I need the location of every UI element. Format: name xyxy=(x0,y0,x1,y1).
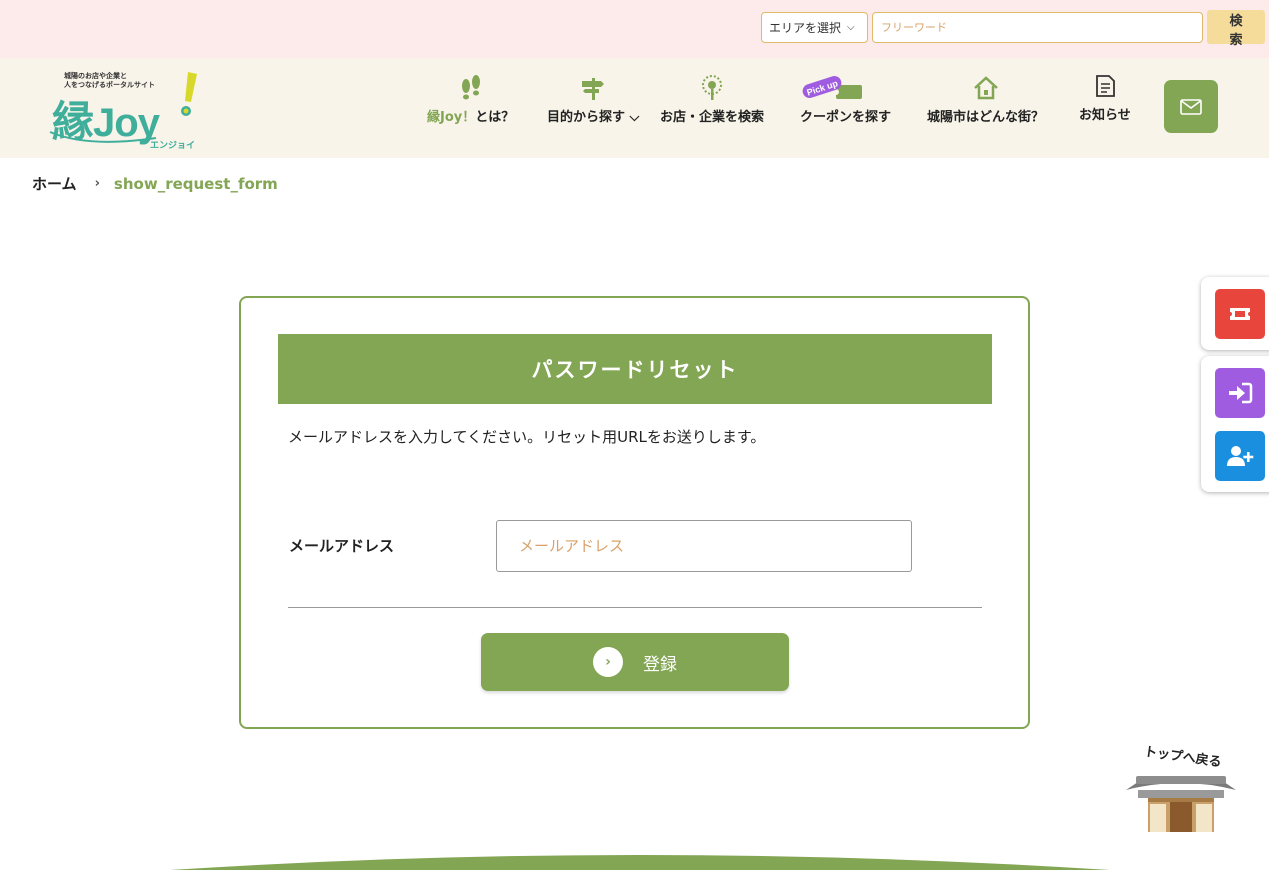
nav-about-brand: 縁Joy！ xyxy=(427,110,476,125)
breadcrumb-home[interactable]: ホーム xyxy=(32,173,77,194)
side-coupon-button[interactable] xyxy=(1215,289,1265,339)
back-to-top-label: トップへ戻る xyxy=(1143,744,1223,771)
breadcrumb-separator: › xyxy=(94,176,100,191)
form-description: メールアドレスを入力してください。リセット用URLをお送りします。 xyxy=(288,428,766,446)
email-label: メールアドレス xyxy=(289,537,395,555)
nav-about-label: とは？ xyxy=(475,110,515,125)
mail-icon xyxy=(1180,98,1202,115)
side-coupon-panel xyxy=(1201,277,1269,350)
breadcrumb: ホーム › show_request_form xyxy=(32,173,278,194)
signpost-icon xyxy=(582,78,605,100)
house-icon xyxy=(973,76,998,100)
site-logo[interactable]: 城陽のお店や企業と 人をつなげるポータルサイト 縁Joy エンジョイ xyxy=(48,68,208,152)
nav-city-label: 城陽市はどんな街？ xyxy=(927,110,1045,125)
back-to-top-button[interactable]: トップへ戻る xyxy=(1124,740,1238,834)
nav-coupon-label: クーポンを探す xyxy=(800,110,892,125)
nav-news-label: お知らせ xyxy=(1079,108,1131,123)
nav-shop-search-label: お店・企業を検索 xyxy=(660,110,765,125)
page-title: パスワードリセット xyxy=(278,334,992,404)
chevron-down-icon: ⌵ xyxy=(629,110,640,125)
nav-about[interactable]: 縁Joy！とは？ xyxy=(427,74,514,125)
contact-mail-button[interactable] xyxy=(1164,80,1218,133)
nav-news[interactable]: お知らせ xyxy=(1079,72,1131,123)
submit-button-label: 登録 xyxy=(643,654,677,675)
side-login-button[interactable] xyxy=(1215,368,1265,418)
submit-button[interactable]: › 登録 xyxy=(481,633,789,691)
area-select[interactable]: エリアを選択 ⌵ xyxy=(761,12,868,43)
document-icon xyxy=(1095,75,1115,97)
side-register-button[interactable] xyxy=(1215,431,1265,481)
search-button[interactable]: 検 索 xyxy=(1207,10,1265,48)
gate-icon xyxy=(1126,776,1236,832)
divider xyxy=(288,607,982,608)
top-search-bar: エリアを選択 ⌵ 検 索 xyxy=(0,0,1269,58)
nav-shop-search[interactable]: お店・企業を検索 xyxy=(660,74,764,125)
logo-exclamation-icon xyxy=(181,72,197,116)
ticket-icon: Pick up xyxy=(802,75,862,99)
add-user-icon xyxy=(1227,446,1254,466)
breadcrumb-current: show_request_form xyxy=(113,174,278,193)
login-icon xyxy=(1229,382,1253,404)
tree-icon xyxy=(702,75,722,100)
nav-city[interactable]: 城陽市はどんな街？ xyxy=(927,74,1044,125)
site-header: 城陽のお店や企業と 人をつなげるポータルサイト 縁Joy エンジョイ 縁Joy！… xyxy=(0,58,1269,158)
side-account-panel xyxy=(1201,356,1269,492)
email-field[interactable] xyxy=(496,520,912,572)
chevron-down-icon: ⌵ xyxy=(847,22,855,33)
free-word-input[interactable] xyxy=(872,12,1203,43)
footer-wave xyxy=(170,855,1110,870)
logo-swoosh-icon xyxy=(49,131,157,143)
area-select-label: エリアを選択 xyxy=(769,21,842,35)
ticket-icon xyxy=(1230,308,1250,320)
footprints-icon xyxy=(461,75,480,100)
password-reset-card: パスワードリセット メールアドレスを入力してください。リセット用URLをお送りし… xyxy=(239,296,1030,729)
logo-reading: エンジョイ xyxy=(150,141,196,151)
nav-coupon[interactable]: Pick up クーポンを探す xyxy=(800,74,891,125)
nav-purpose-label: 目的から探す xyxy=(547,110,626,125)
chevron-right-icon: › xyxy=(593,647,623,677)
nav-purpose[interactable]: 目的から探す ⌵ xyxy=(547,74,639,125)
